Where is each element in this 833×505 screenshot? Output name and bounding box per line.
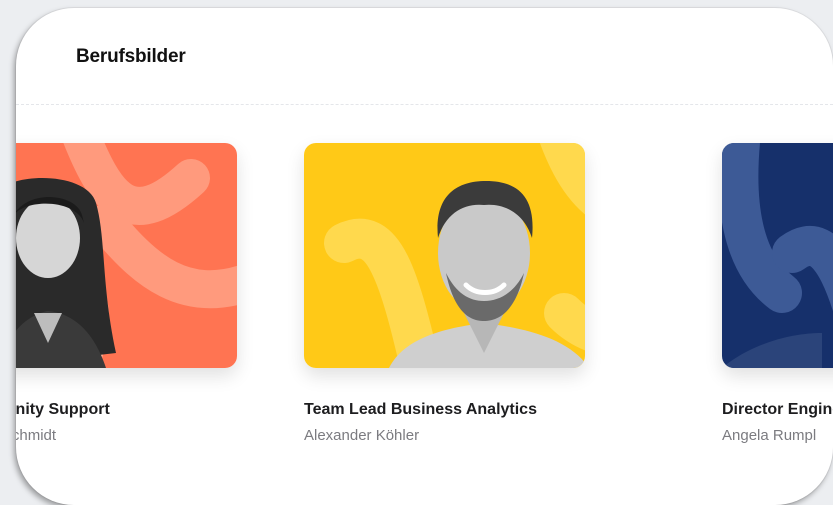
career-person-name: Alexander Köhler [304, 427, 420, 444]
career-card-image-director[interactable] [722, 143, 833, 368]
career-carousel[interactable]: Community Support Nicole Schmidt Team L [16, 8, 833, 505]
portrait-photo [722, 143, 833, 368]
career-person-name: Angela Rumpl [722, 427, 817, 444]
portrait-photo [16, 143, 237, 368]
career-card-image-community-support[interactable] [16, 143, 237, 368]
career-card-image-team-lead[interactable] [304, 143, 585, 368]
portrait-photo [304, 143, 585, 368]
career-role-title[interactable]: Team Lead Business Analytics [304, 401, 537, 419]
career-role-title[interactable]: Community Support [16, 401, 110, 419]
berufsbilder-panel: Berufsbilder Community Supp [16, 8, 833, 505]
career-role-title[interactable]: Director Engineering [722, 401, 833, 419]
career-person-name: Nicole Schmidt [16, 427, 57, 444]
